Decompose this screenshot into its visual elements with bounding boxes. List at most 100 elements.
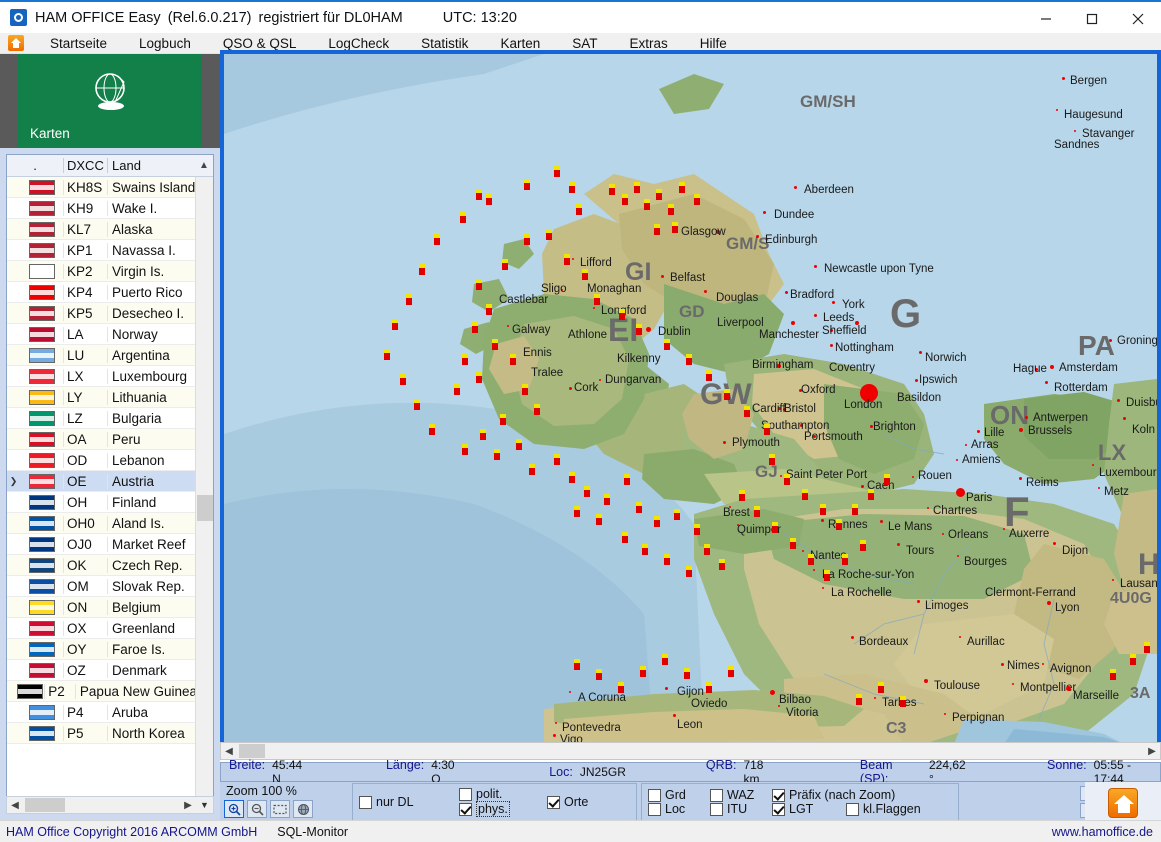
chevron-left-icon[interactable]: ◀ bbox=[7, 800, 23, 811]
map-city-dot[interactable] bbox=[507, 325, 509, 327]
map-city-dot[interactable] bbox=[831, 300, 835, 304]
map-qso-marker[interactable] bbox=[510, 354, 516, 365]
map-city-dot[interactable] bbox=[802, 550, 804, 552]
map-qso-marker[interactable] bbox=[856, 694, 862, 705]
map-city-dot[interactable] bbox=[829, 343, 833, 347]
checkbox-box[interactable] bbox=[846, 802, 859, 816]
table-row[interactable]: OK Czech Rep. bbox=[7, 555, 197, 576]
map-city-dot[interactable] bbox=[555, 722, 557, 724]
map-city-dot[interactable] bbox=[778, 705, 780, 707]
map-qso-marker[interactable] bbox=[476, 372, 482, 383]
map-qso-marker[interactable] bbox=[1144, 642, 1150, 653]
map-qso-marker[interactable] bbox=[476, 279, 482, 290]
table-row[interactable]: KH8S Swains Island bbox=[7, 177, 197, 198]
map-qso-marker[interactable] bbox=[644, 199, 650, 210]
map-city-dot[interactable] bbox=[927, 507, 929, 509]
map-city-dot[interactable] bbox=[1000, 662, 1004, 666]
map-horizontal-scrollbar[interactable]: ◀ ▶ bbox=[220, 742, 1161, 760]
table-row[interactable]: OH0 Aland Is. bbox=[7, 513, 197, 534]
dxcc-list[interactable]: . DXCC Land ▲ KH8S Swains Island KH9 Wake I… bbox=[6, 154, 214, 802]
table-row[interactable]: LZ Bulgaria bbox=[7, 408, 197, 429]
table-row[interactable]: KL7 Alaska bbox=[7, 219, 197, 240]
map-qso-marker[interactable] bbox=[784, 474, 790, 485]
map-qso-marker[interactable] bbox=[476, 189, 482, 200]
map-qso-marker[interactable] bbox=[480, 429, 486, 440]
checkbox-box[interactable] bbox=[648, 802, 661, 816]
map-qso-marker[interactable] bbox=[744, 406, 750, 417]
map-qso-marker[interactable] bbox=[694, 194, 700, 205]
map-city-dot[interactable] bbox=[874, 697, 876, 699]
menu-item-logbuch[interactable]: Logbuch bbox=[123, 33, 207, 54]
map-city-dot[interactable] bbox=[660, 274, 664, 278]
map-city-dot[interactable] bbox=[1116, 398, 1120, 402]
map-city-dot[interactable] bbox=[944, 713, 946, 715]
map-city-dot[interactable] bbox=[1003, 528, 1005, 530]
map-qso-marker[interactable] bbox=[524, 179, 530, 190]
table-row[interactable]: ❯ OE Austria bbox=[7, 471, 197, 492]
column-header-flag[interactable]: . bbox=[7, 158, 63, 173]
map-city-dot[interactable] bbox=[703, 289, 707, 293]
map-qso-marker[interactable] bbox=[500, 414, 506, 425]
table-row[interactable]: P5 North Korea bbox=[7, 723, 197, 744]
checkbox-box[interactable] bbox=[459, 787, 472, 801]
map-city-dot[interactable] bbox=[813, 264, 817, 268]
table-row[interactable]: KP1 Navassa I. bbox=[7, 240, 197, 261]
map-city-dot[interactable] bbox=[1050, 365, 1054, 369]
map-qso-marker[interactable] bbox=[1110, 669, 1116, 680]
map-city-dot[interactable] bbox=[912, 476, 914, 478]
map-city-dot[interactable] bbox=[813, 313, 817, 317]
map-qso-marker[interactable] bbox=[460, 212, 466, 223]
map-qso-marker[interactable] bbox=[900, 696, 906, 707]
map-qso-marker[interactable] bbox=[624, 474, 630, 485]
map-city-dot[interactable] bbox=[593, 307, 595, 309]
map-city-dot[interactable] bbox=[784, 290, 788, 294]
checkbox-kl-flaggen[interactable]: kl.Flaggen bbox=[846, 802, 921, 816]
map-city-dot[interactable] bbox=[1122, 416, 1126, 420]
map-qso-marker[interactable] bbox=[462, 444, 468, 455]
map-city-dot[interactable] bbox=[1108, 338, 1112, 342]
map-city-dot[interactable] bbox=[599, 379, 601, 381]
map-qso-marker[interactable] bbox=[878, 682, 884, 693]
map-city-dot[interactable] bbox=[896, 542, 900, 546]
map-qso-marker[interactable] bbox=[492, 339, 498, 350]
map-qso-marker[interactable] bbox=[842, 554, 848, 565]
map-qso-marker[interactable] bbox=[824, 570, 830, 581]
map-qso-marker[interactable] bbox=[596, 669, 602, 680]
map-qso-marker[interactable] bbox=[524, 234, 530, 245]
table-row[interactable]: KH9 Wake I. bbox=[7, 198, 197, 219]
map-qso-marker[interactable] bbox=[674, 509, 680, 520]
map-qso-marker[interactable] bbox=[739, 490, 745, 501]
table-row[interactable]: KP5 Desecheo I. bbox=[7, 303, 197, 324]
map-city-dot[interactable] bbox=[820, 518, 824, 522]
map-city-dot[interactable] bbox=[1024, 415, 1028, 419]
map-qso-marker[interactable] bbox=[604, 494, 610, 505]
map-city-dot[interactable] bbox=[769, 689, 775, 695]
map-city-dot[interactable] bbox=[1044, 380, 1048, 384]
map-qso-marker[interactable] bbox=[554, 454, 560, 465]
checkbox-box[interactable] bbox=[710, 788, 723, 802]
checkbox-box[interactable] bbox=[547, 795, 560, 809]
map-qso-marker[interactable] bbox=[706, 370, 712, 381]
map-city-dot[interactable] bbox=[813, 569, 815, 571]
map-qso-marker[interactable] bbox=[462, 354, 468, 365]
map-qso-marker[interactable] bbox=[668, 204, 674, 215]
map-city-dot[interactable] bbox=[914, 378, 918, 382]
minimize-icon[interactable] bbox=[1023, 2, 1069, 35]
scrollbar-thumb[interactable] bbox=[25, 798, 65, 812]
map-qso-marker[interactable] bbox=[836, 519, 842, 530]
map-qso-marker[interactable] bbox=[569, 182, 575, 193]
map-city-dot[interactable] bbox=[1098, 487, 1100, 489]
checkbox-itu[interactable]: ITU bbox=[710, 802, 770, 816]
map-qso-marker[interactable] bbox=[868, 489, 874, 500]
maximize-icon[interactable] bbox=[1069, 2, 1115, 35]
map-qso-marker[interactable] bbox=[574, 506, 580, 517]
checkbox-polit[interactable]: polit. bbox=[459, 787, 545, 801]
map-city-dot[interactable] bbox=[965, 444, 967, 446]
map-qso-marker[interactable] bbox=[640, 666, 646, 677]
map-qso-marker[interactable] bbox=[419, 264, 425, 275]
table-row[interactable]: OY Faroe Is. bbox=[7, 639, 197, 660]
map-city-dot[interactable] bbox=[1018, 476, 1022, 480]
map-city-dot[interactable] bbox=[572, 258, 574, 260]
globe-reset-icon[interactable] bbox=[293, 800, 313, 818]
map-qso-marker[interactable] bbox=[790, 538, 796, 549]
